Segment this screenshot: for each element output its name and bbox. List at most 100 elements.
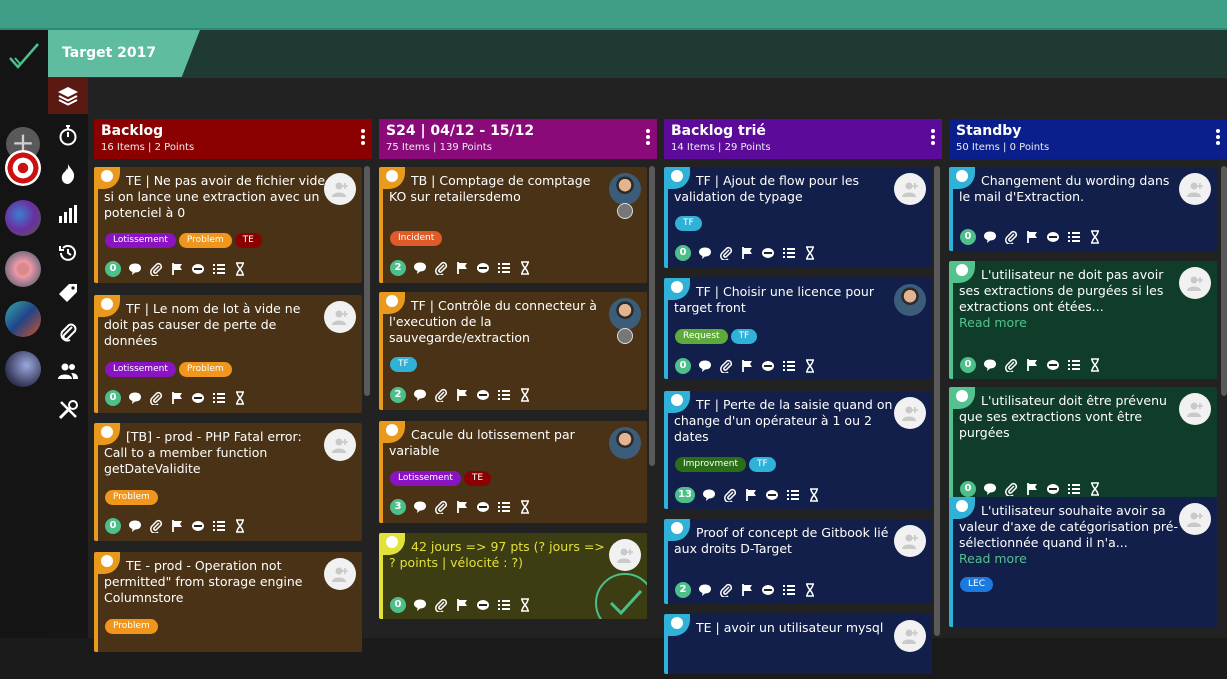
card-title[interactable]: TE | Ne pas avoir de fichier vide si on … bbox=[104, 173, 326, 221]
link-icon[interactable] bbox=[761, 359, 775, 373]
flag-icon[interactable] bbox=[740, 246, 754, 260]
column-scrollbar[interactable] bbox=[1221, 166, 1227, 396]
flag-icon[interactable] bbox=[744, 488, 758, 502]
comment-icon[interactable] bbox=[698, 583, 712, 597]
attachment-icon[interactable] bbox=[719, 246, 733, 260]
board-avatar-4[interactable] bbox=[5, 301, 41, 337]
secondary-avatar[interactable] bbox=[617, 203, 633, 219]
hourglass-icon[interactable] bbox=[1088, 482, 1102, 496]
card-title[interactable]: Cacule du lotissement par variable bbox=[389, 427, 611, 459]
checklist-icon[interactable] bbox=[782, 246, 796, 260]
add-user-icon[interactable] bbox=[324, 558, 356, 590]
tag-lec[interactable]: LEC bbox=[960, 577, 993, 592]
kebab-menu-icon[interactable] bbox=[645, 128, 651, 146]
checklist-icon[interactable] bbox=[497, 598, 511, 612]
link-icon[interactable] bbox=[1046, 230, 1060, 244]
checklist-icon[interactable] bbox=[497, 500, 511, 514]
add-user-icon[interactable] bbox=[609, 539, 641, 571]
tag-lotissement[interactable]: Lotissement bbox=[390, 471, 461, 486]
settings-button[interactable] bbox=[56, 398, 80, 422]
checklist-icon[interactable] bbox=[212, 262, 226, 276]
column-scrollbar[interactable] bbox=[934, 166, 940, 636]
add-user-icon[interactable] bbox=[324, 301, 356, 333]
task-card[interactable]: TF | Ajout de flow pour les validation d… bbox=[664, 167, 932, 268]
hourglass-icon[interactable] bbox=[807, 488, 821, 502]
secondary-avatar[interactable] bbox=[617, 328, 633, 344]
checklist-icon[interactable] bbox=[212, 391, 226, 405]
link-icon[interactable] bbox=[1046, 482, 1060, 496]
card-title[interactable]: TF | Le nom de lot à vide ne doit pas ca… bbox=[104, 301, 326, 349]
flag-icon[interactable] bbox=[740, 583, 754, 597]
comment-icon[interactable] bbox=[128, 391, 142, 405]
flag-icon[interactable] bbox=[1025, 230, 1039, 244]
flag-icon[interactable] bbox=[455, 500, 469, 514]
tag-improvment[interactable]: Improvment bbox=[675, 457, 747, 472]
link-icon[interactable] bbox=[476, 388, 490, 402]
flag-icon[interactable] bbox=[455, 388, 469, 402]
checklist-icon[interactable] bbox=[1067, 358, 1081, 372]
task-card[interactable]: L'utilisateur doit être prévenu que ses … bbox=[949, 387, 1217, 503]
tag-te[interactable]: TE bbox=[463, 471, 492, 486]
stopwatch-button[interactable] bbox=[56, 123, 80, 147]
link-icon[interactable] bbox=[765, 488, 779, 502]
link-icon[interactable] bbox=[476, 598, 490, 612]
comment-icon[interactable] bbox=[413, 598, 427, 612]
hourglass-icon[interactable] bbox=[518, 500, 532, 514]
link-icon[interactable] bbox=[761, 246, 775, 260]
layers-button[interactable] bbox=[48, 78, 88, 114]
hourglass-icon[interactable] bbox=[803, 583, 817, 597]
flag-icon[interactable] bbox=[455, 261, 469, 275]
board-avatar-target[interactable] bbox=[5, 150, 41, 186]
comment-icon[interactable] bbox=[128, 262, 142, 276]
comment-icon[interactable] bbox=[698, 246, 712, 260]
add-user-icon[interactable] bbox=[1179, 173, 1211, 205]
comment-icon[interactable] bbox=[128, 519, 142, 533]
checklist-icon[interactable] bbox=[786, 488, 800, 502]
board-tab[interactable]: Target 2017 bbox=[48, 30, 200, 77]
assignee-avatar[interactable] bbox=[609, 298, 641, 330]
tag-problem[interactable]: Problem bbox=[178, 362, 232, 377]
checklist-icon[interactable] bbox=[782, 583, 796, 597]
hourglass-icon[interactable] bbox=[518, 388, 532, 402]
checklist-icon[interactable] bbox=[497, 261, 511, 275]
card-title[interactable]: 42 jours => 97 pts (? jours => ? points … bbox=[389, 539, 611, 571]
read-more-link[interactable]: Read more bbox=[959, 551, 1027, 566]
board-avatar-3[interactable] bbox=[5, 251, 41, 287]
column-scrollbar[interactable] bbox=[364, 166, 370, 396]
board-avatar-2[interactable] bbox=[5, 200, 41, 236]
hourglass-icon[interactable] bbox=[233, 262, 247, 276]
flag-icon[interactable] bbox=[1025, 358, 1039, 372]
tag-lotissement[interactable]: Lotissement bbox=[105, 362, 176, 377]
column-title[interactable]: Standby bbox=[956, 123, 1021, 139]
assignee-avatar[interactable] bbox=[609, 427, 641, 459]
attachments-button[interactable] bbox=[56, 320, 80, 344]
add-user-icon[interactable] bbox=[324, 429, 356, 461]
card-title[interactable]: TE | avoir un utilisateur mysql bbox=[674, 620, 896, 636]
column-title[interactable]: S24 | 04/12 - 15/12 bbox=[386, 123, 534, 139]
task-card[interactable]: TE | avoir un utilisateur mysql bbox=[664, 614, 932, 674]
add-user-icon[interactable] bbox=[894, 173, 926, 205]
attachment-icon[interactable] bbox=[719, 583, 733, 597]
checklist-icon[interactable] bbox=[1067, 482, 1081, 496]
flag-icon[interactable] bbox=[170, 519, 184, 533]
tag-request[interactable]: Request bbox=[675, 329, 728, 344]
attachment-icon[interactable] bbox=[434, 261, 448, 275]
add-user-icon[interactable] bbox=[1179, 267, 1211, 299]
attachment-icon[interactable] bbox=[1004, 230, 1018, 244]
tag-problem[interactable]: Problem bbox=[105, 619, 158, 634]
task-card[interactable]: TF | Contrôle du connecteur à l'executio… bbox=[379, 292, 647, 410]
flag-icon[interactable] bbox=[170, 262, 184, 276]
attachment-icon[interactable] bbox=[434, 388, 448, 402]
tag-problem[interactable]: Problem bbox=[105, 490, 158, 505]
task-card[interactable]: Proof of concept de Gitbook lié aux droi… bbox=[664, 519, 932, 604]
assignee-avatar[interactable] bbox=[609, 173, 641, 205]
hourglass-icon[interactable] bbox=[1088, 230, 1102, 244]
board-avatar-5[interactable] bbox=[5, 351, 41, 387]
history-button[interactable] bbox=[56, 241, 80, 265]
task-card[interactable]: TF | Perte de la saisie quand on change … bbox=[664, 391, 932, 509]
flag-icon[interactable] bbox=[740, 359, 754, 373]
card-title[interactable]: TB | Comptage de comptage KO sur retaile… bbox=[389, 173, 611, 205]
attachment-icon[interactable] bbox=[149, 262, 163, 276]
column-title[interactable]: Backlog bbox=[101, 123, 163, 139]
link-icon[interactable] bbox=[191, 391, 205, 405]
